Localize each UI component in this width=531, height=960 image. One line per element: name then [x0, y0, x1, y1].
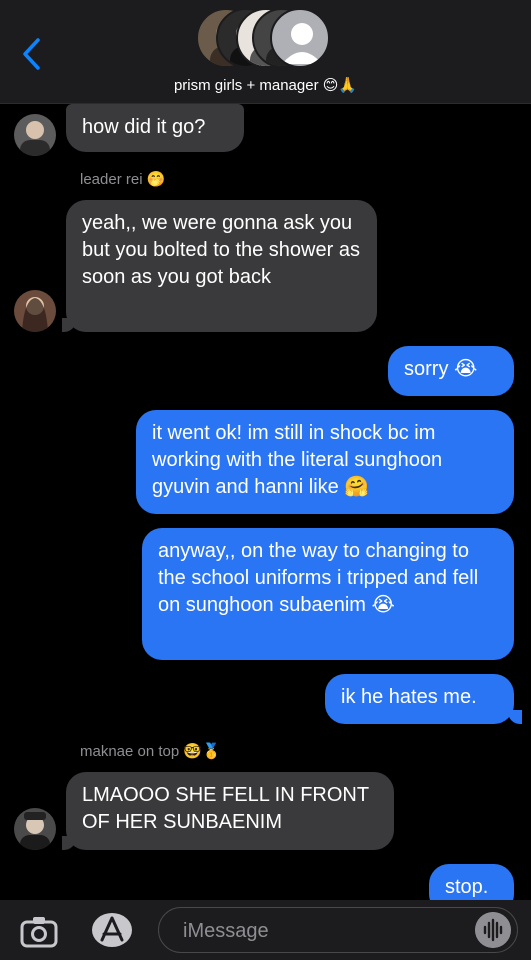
- message-input[interactable]: iMessage: [158, 907, 518, 953]
- sender-avatar[interactable]: [14, 114, 56, 156]
- message-input-placeholder: iMessage: [183, 920, 269, 942]
- group-name[interactable]: prism girls + manager 😊🙏: [0, 76, 531, 94]
- sender-name: leader rei 🤭: [80, 171, 166, 188]
- message-bubble-outgoing[interactable]: sorry 😭: [388, 346, 514, 396]
- message-bubble-incoming[interactable]: how did it go?: [66, 104, 244, 152]
- default-contact-avatar: [270, 8, 330, 68]
- message-feed[interactable]: how did it go? leader rei 🤭 yeah,, we we…: [0, 104, 531, 900]
- bubble-tail: [508, 710, 522, 724]
- message-text: yeah,, we were gonna ask you but you bol…: [82, 212, 360, 288]
- message-text: stop.: [445, 876, 489, 898]
- sender-avatar[interactable]: [14, 808, 56, 850]
- message-bubble-outgoing[interactable]: anyway,, on the way to changing to the s…: [142, 528, 514, 660]
- composer-bar: iMessage: [0, 900, 531, 960]
- bubble-tail: [62, 836, 76, 850]
- group-avatars[interactable]: [196, 8, 336, 68]
- message-text: it went ok! im still in shock bc im work…: [152, 422, 443, 498]
- bubble-tail: [62, 318, 76, 332]
- message-text: LMAOOO SHE FELL IN FRONT OF HER SUNBAENI…: [82, 784, 369, 833]
- sender-name: maknae on top 🤓🥇: [80, 743, 221, 760]
- message-text: ik he hates me.: [341, 686, 477, 708]
- message-bubble-incoming[interactable]: LMAOOO SHE FELL IN FRONT OF HER SUNBAENI…: [66, 772, 394, 850]
- camera-icon[interactable]: [20, 914, 58, 948]
- audio-waveform-icon[interactable]: [475, 912, 511, 948]
- message-text: sorry 😭: [404, 358, 478, 380]
- message-bubble-incoming[interactable]: yeah,, we were gonna ask you but you bol…: [66, 200, 377, 332]
- message-bubble-outgoing[interactable]: it went ok! im still in shock bc im work…: [136, 410, 514, 514]
- message-text: how did it go?: [82, 116, 206, 138]
- message-bubble-outgoing[interactable]: stop.: [429, 864, 514, 900]
- back-chevron-icon[interactable]: [18, 34, 48, 74]
- app-store-icon[interactable]: [90, 912, 134, 948]
- message-bubble-outgoing[interactable]: ik he hates me.: [325, 674, 514, 724]
- conversation-header: prism girls + manager 😊🙏: [0, 0, 531, 104]
- message-text: anyway,, on the way to changing to the s…: [158, 540, 479, 616]
- sender-avatar[interactable]: [14, 290, 56, 332]
